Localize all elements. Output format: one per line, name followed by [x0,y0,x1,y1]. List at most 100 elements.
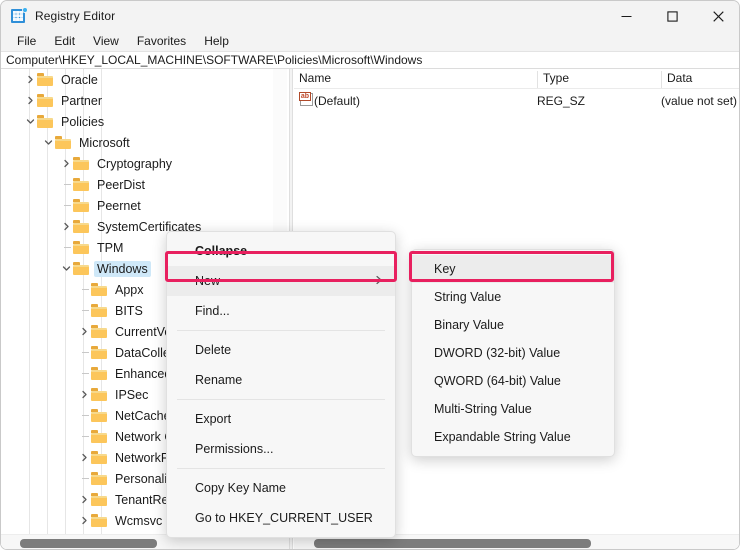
tree-item[interactable]: Policies [1,111,289,132]
context-menu-item[interactable]: Permissions... [167,434,395,464]
registry-editor-window: Registry Editor File Edit View Favorites Hel… [0,0,740,550]
value-name-cell: (Default) [314,93,361,108]
tree-leaf-connector [77,405,91,426]
menu-separator [177,399,385,400]
folder-icon [91,451,107,464]
chevron-right-icon[interactable] [77,321,91,342]
submenu-item-label: String Value [434,290,502,304]
registry-path: Computer\HKEY_LOCAL_MACHINE\SOFTWARE\Pol… [6,53,423,67]
tree-item-label-wrap: NetCache [112,408,174,424]
tree-item-label: Microsoft [79,135,130,150]
table-row[interactable]: ab (Default) REG_SZ (value not set) [294,91,739,110]
submenu-item[interactable]: DWORD (32-bit) Value [412,339,614,367]
menu-edit[interactable]: Edit [46,33,83,49]
tree-item-label-wrap: Windows [94,260,151,277]
context-menu-item-label: Find... [195,304,230,318]
tree-item[interactable]: Microsoft [1,132,289,153]
submenu-item[interactable]: QWORD (64-bit) Value [412,367,614,395]
values-hscrollbar-thumb[interactable] [314,539,591,548]
submenu-item[interactable]: Expandable String Value [412,423,614,451]
submenu-item[interactable]: String Value [412,283,614,311]
column-header-name[interactable]: Name [294,71,537,88]
tree-item-label: Cryptography [97,156,173,171]
maximize-button[interactable] [649,1,695,31]
folder-icon [91,514,107,527]
tree-item[interactable]: Cryptography [1,153,289,174]
column-header-type[interactable]: Type [537,71,661,88]
tree-item[interactable]: Oracle [1,69,289,90]
column-header-data[interactable]: Data [661,71,739,88]
chevron-right-icon[interactable] [59,153,73,174]
tree-item[interactable]: Peernet [1,195,289,216]
chevron-down-icon[interactable] [41,132,55,153]
tree-leaf-connector [77,426,91,447]
context-menu-item[interactable]: Rename [167,365,395,395]
context-menu-item[interactable]: Collapse [167,236,395,266]
tree-item-label-wrap: Policies [58,114,107,130]
tree-item-label: Appx [115,282,144,297]
folder-icon [91,325,107,338]
folder-icon [73,220,89,233]
folder-icon [91,367,107,380]
tree-item-label-wrap: BITS [112,303,146,319]
tree-hscrollbar-thumb[interactable] [20,539,157,548]
context-menu-item[interactable]: Go to HKEY_CURRENT_USER [167,503,395,533]
context-menu-item[interactable]: Delete [167,335,395,365]
context-menu-item[interactable]: Export [167,404,395,434]
submenu-item[interactable]: Binary Value [412,311,614,339]
submenu-item[interactable]: Multi-String Value [412,395,614,423]
chevron-down-icon[interactable] [59,258,73,279]
tree-item[interactable]: PeerDist [1,174,289,195]
folder-icon [73,262,89,275]
folder-icon [91,493,107,506]
menu-favorites[interactable]: Favorites [129,33,194,49]
registry-editor-icon [11,7,28,24]
minimize-button[interactable] [603,1,649,31]
context-menu-item[interactable]: Copy Key Name [167,473,395,503]
folder-icon [91,409,107,422]
tree-item-label-wrap: Microsoft [76,135,133,151]
chevron-down-icon[interactable] [23,111,37,132]
tree-item-label: Oracle [61,72,98,87]
submenu-item-label: Multi-String Value [434,402,532,416]
value-data-cell: (value not set) [661,93,738,108]
chevron-right-icon[interactable] [23,69,37,90]
submenu-item-label: Binary Value [434,318,504,332]
tree-item-label-wrap: Peernet [94,198,144,214]
menu-help[interactable]: Help [196,33,237,49]
chevron-right-icon[interactable] [77,510,91,531]
tree-leaf-connector [77,300,91,321]
tree-item-label: PeerDist [97,177,145,192]
tree-item-label-wrap: IPSec [112,387,151,403]
list-column-headers: Name Type Data [294,69,739,89]
chevron-right-icon[interactable] [77,384,91,405]
menu-view[interactable]: View [85,33,127,49]
window-controls [603,1,739,31]
submenu-item-label: DWORD (32-bit) Value [434,346,561,360]
chevron-right-icon[interactable] [59,216,73,237]
chevron-right-icon[interactable] [23,90,37,111]
tree-item[interactable]: Partner [1,90,289,111]
tree-leaf-connector [77,468,91,489]
tree-leaf-connector [77,279,91,300]
menu-file[interactable]: File [9,33,44,49]
context-menu-item-label: Copy Key Name [195,481,287,495]
chevron-right-icon[interactable] [77,447,91,468]
submenu-item[interactable]: Key [412,255,614,283]
tree-item-label: BITS [115,303,143,318]
context-menu-item[interactable]: Find... [167,296,395,326]
chevron-right-icon [375,274,383,288]
close-button[interactable] [695,1,739,31]
submenu-item-label: Expandable String Value [434,430,571,444]
folder-icon [91,346,107,359]
chevron-right-icon[interactable] [77,489,91,510]
tree-item-label: Peernet [97,198,141,213]
context-menu-item[interactable]: New [167,266,395,296]
context-menu: Collapse New Find... Delete Rename Export Perm… [166,231,396,538]
tree-leaf-connector [59,237,73,258]
submenu-item-label: QWORD (64-bit) Value [434,374,561,388]
tree-item-label: IPSec [115,387,149,402]
menu-separator [177,330,385,331]
address-bar[interactable]: Computer\HKEY_LOCAL_MACHINE\SOFTWARE\Pol… [1,51,739,69]
tree-item-label-wrap: Wcmsvc [112,513,165,529]
